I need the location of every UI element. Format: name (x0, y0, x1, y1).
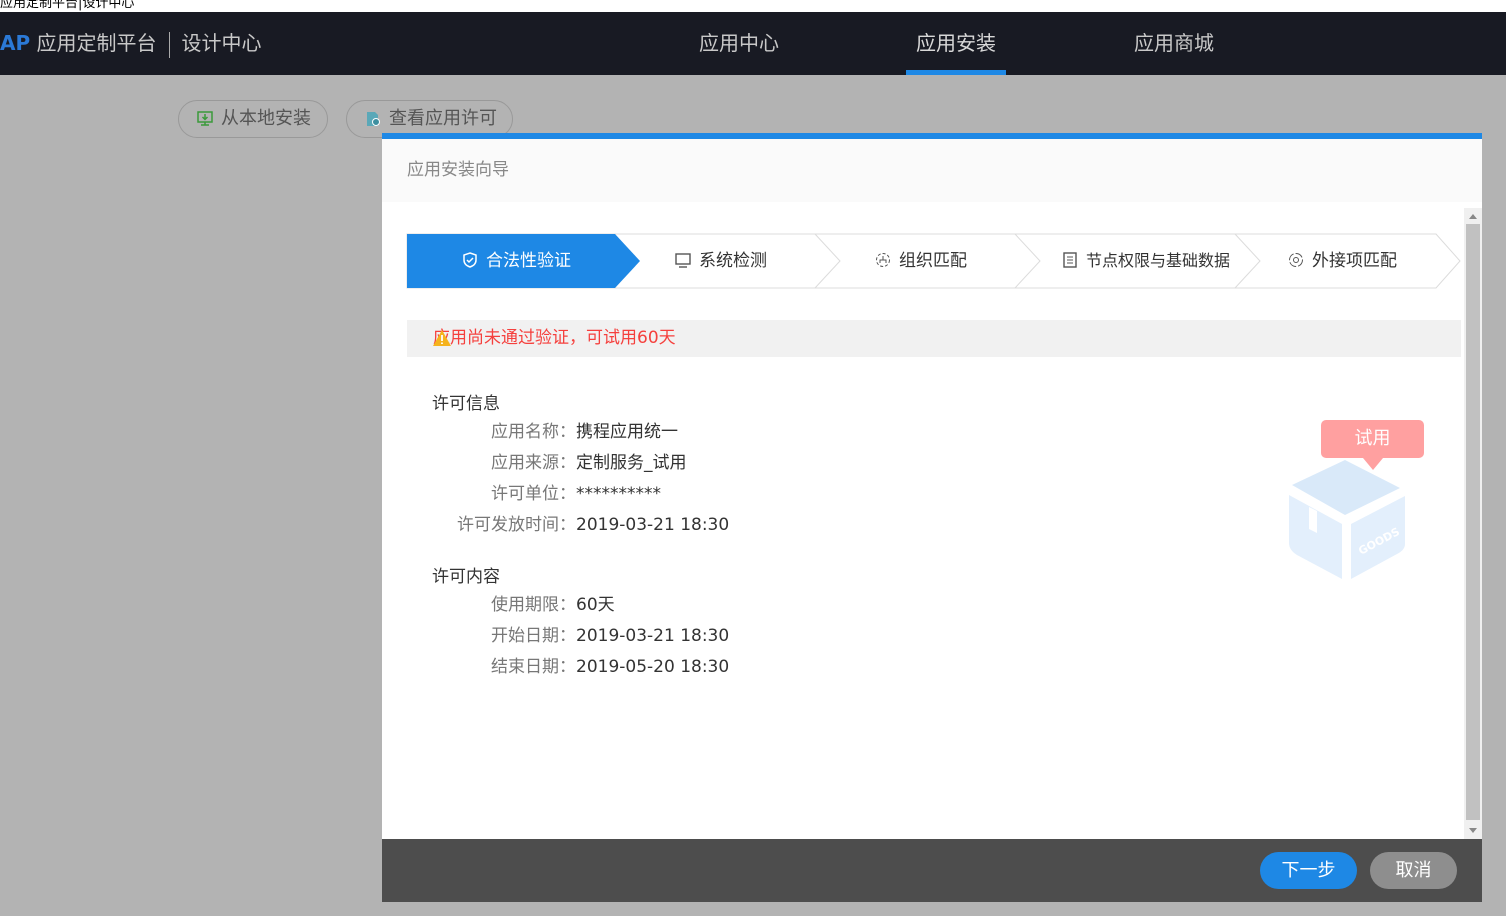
next-button[interactable]: 下一步 (1260, 852, 1357, 889)
step-label: 外接项匹配 (1312, 251, 1397, 271)
divider (168, 31, 170, 58)
window-title: 应用定制平台|设计中心 (0, 0, 1506, 12)
scrollbar[interactable] (1464, 208, 1482, 839)
info-row: 应用来源：定制服务_试用 (491, 453, 687, 473)
trial-badge: 试用 (1321, 420, 1424, 470)
install-wizard-dialog: 应用安装向导 合法性验证 系统检测 组织匹配 节点权限与基础数据 外接项匹配 应… (382, 133, 1482, 902)
step-node-permissions: 节点权限与基础数据 (1062, 234, 1230, 288)
license-content-title: 许可内容 (432, 567, 500, 587)
info-row: 许可发放时间：2019-03-21 18:30 (457, 515, 730, 535)
step-label: 节点权限与基础数据 (1086, 251, 1231, 270)
step-label: 组织匹配 (899, 251, 967, 271)
content-row: 结束日期：2019-05-20 18:30 (491, 657, 730, 677)
goods-box-icon: GOODS (1289, 460, 1405, 579)
list-doc-icon (1063, 252, 1077, 268)
design-center: 设计中心 (181, 31, 262, 55)
nav-app-store[interactable]: 应用商城 (1124, 12, 1224, 75)
info-row: 应用名称：携程应用统一 (491, 422, 678, 442)
content-row: 开始日期：2019-03-21 18:30 (491, 626, 730, 646)
brand: AP 应用定制平台 设计中心 (0, 12, 262, 75)
step-system-check: 系统检测 (675, 234, 767, 288)
platform-name: 应用定制平台 (36, 31, 157, 55)
view-license-label: 查看应用许可 (389, 108, 497, 129)
monitor-download-icon (197, 111, 213, 126)
warning-banner: 应用尚未通过验证，可试用60天 (407, 320, 1461, 357)
info-row: 许可单位：********** (491, 484, 661, 504)
org-icon (876, 253, 890, 267)
shield-check-icon (463, 252, 477, 268)
dialog-footer: 下一步 取消 (382, 839, 1482, 902)
step-label: 系统检测 (699, 251, 767, 271)
license-info-title: 许可信息 (432, 394, 500, 414)
warning-icon (433, 330, 451, 346)
step-label: 合法性验证 (486, 251, 571, 271)
logo: AP (0, 31, 31, 55)
license-doc-icon (367, 112, 380, 126)
step-external-match: 外接项匹配 (1288, 234, 1397, 288)
nav-app-install[interactable]: 应用安装 (906, 12, 1006, 75)
scroll-down-icon[interactable] (1469, 828, 1477, 833)
content-row: 使用期限：60天 (491, 595, 615, 615)
step-legality-check: 合法性验证 (462, 234, 571, 288)
step-org-match: 组织匹配 (875, 234, 967, 288)
install-local-label: 从本地安装 (221, 108, 311, 129)
plugin-icon (1289, 253, 1303, 267)
monitor-icon (675, 253, 691, 268)
nav-app-center[interactable]: 应用中心 (689, 12, 789, 75)
install-local-button[interactable]: 从本地安装 (178, 100, 328, 138)
top-navbar: AP 应用定制平台 设计中心 应用中心 应用安装 应用商城 (0, 12, 1506, 75)
cancel-button[interactable]: 取消 (1370, 852, 1457, 889)
warning-text: 应用尚未通过验证，可试用60天 (433, 328, 676, 348)
scroll-thumb[interactable] (1466, 224, 1480, 820)
